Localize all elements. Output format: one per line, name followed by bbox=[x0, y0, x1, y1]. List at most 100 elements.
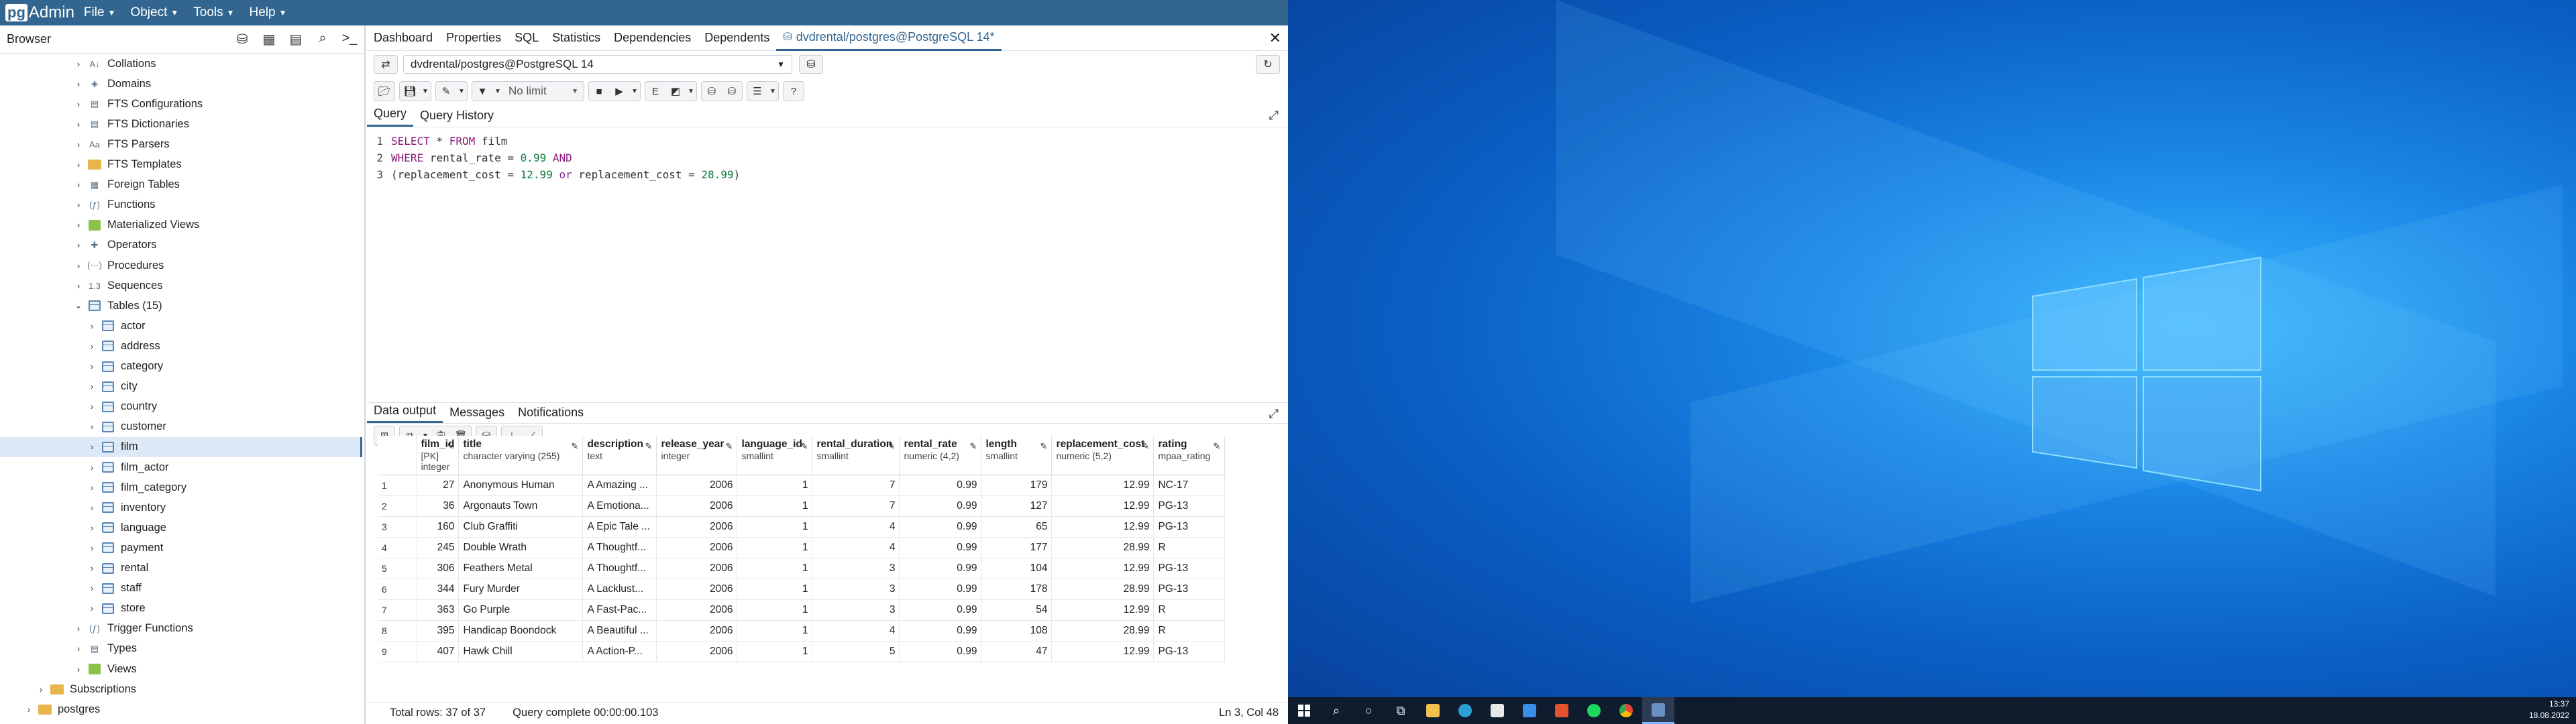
table-cell[interactable]: 0.99 bbox=[899, 620, 982, 642]
table-cell[interactable]: 2006 bbox=[656, 495, 738, 517]
open-file-icon[interactable]: 📂︎ bbox=[374, 82, 394, 101]
chevron-down-icon[interactable]: ▼ bbox=[629, 82, 640, 101]
view-data-icon[interactable]: ▤ bbox=[288, 31, 304, 48]
menu-tools[interactable]: Tools ▼ bbox=[193, 5, 234, 20]
chevron-down-icon[interactable]: ▼ bbox=[767, 82, 778, 101]
chevron-right-icon[interactable]: › bbox=[86, 563, 98, 573]
row-number-header[interactable] bbox=[378, 436, 417, 475]
table-cell[interactable]: 5 bbox=[812, 641, 900, 662]
table-cell[interactable]: 36 bbox=[417, 495, 460, 517]
table-cell[interactable]: PG-13 bbox=[1153, 558, 1226, 579]
chevron-right-icon[interactable]: › bbox=[72, 59, 85, 69]
chevron-right-icon[interactable]: › bbox=[72, 281, 85, 291]
chevron-right-icon[interactable]: › bbox=[86, 503, 98, 513]
tree-item[interactable]: › store bbox=[0, 599, 362, 619]
table-view-icon[interactable]: ▦ bbox=[261, 31, 277, 48]
table-cell[interactable]: 27 bbox=[417, 475, 460, 496]
tree-item[interactable]: › inventory bbox=[0, 497, 362, 518]
chrome-icon[interactable] bbox=[1610, 697, 1642, 724]
chevron-right-icon[interactable]: › bbox=[86, 442, 98, 452]
table-cell[interactable]: 177 bbox=[981, 537, 1053, 558]
stop-icon[interactable]: ■ bbox=[589, 82, 609, 101]
chevron-right-icon[interactable]: › bbox=[86, 483, 98, 493]
task-view-icon[interactable]: ⧉ bbox=[1385, 697, 1417, 724]
tab-dependencies[interactable]: Dependencies bbox=[607, 25, 698, 51]
cortana-icon[interactable]: ○ bbox=[1352, 697, 1385, 724]
table-cell[interactable]: Fury Murder bbox=[458, 579, 584, 600]
chevron-right-icon[interactable]: › bbox=[35, 684, 47, 695]
chevron-right-icon[interactable]: › bbox=[72, 664, 85, 674]
table-cell[interactable]: 28.99 bbox=[1051, 579, 1155, 600]
table-cell[interactable]: 395 bbox=[417, 620, 460, 642]
row-number[interactable]: 9 bbox=[378, 641, 417, 662]
chevron-right-icon[interactable]: › bbox=[72, 220, 85, 230]
search-icon[interactable]: ⌕ bbox=[315, 31, 331, 48]
menu-object[interactable]: Object ▼ bbox=[130, 5, 178, 20]
table-cell[interactable]: 363 bbox=[417, 599, 460, 621]
table-row[interactable]: 6 344 Fury Murder A Lacklust... 2006 1 3 0.99 17… bbox=[378, 579, 1226, 600]
chevron-right-icon[interactable]: › bbox=[86, 341, 98, 351]
tree-item[interactable]: › film bbox=[0, 436, 362, 457]
tree-item[interactable]: › city bbox=[0, 377, 362, 397]
macros-icon[interactable]: ☰ bbox=[747, 82, 767, 101]
save-icon[interactable]: 💾︎ bbox=[400, 82, 420, 101]
column-header-description[interactable]: description text ✎ bbox=[582, 436, 657, 475]
chevron-right-icon[interactable]: › bbox=[72, 644, 85, 654]
sql-editor[interactable]: 1 SELECT * FROM film 2 WHERE rental_rate = … bbox=[367, 127, 1288, 402]
table-row[interactable]: 9 407 Hawk Chill A Action-P... 2006 1 5 0.99 47 1… bbox=[378, 641, 1226, 662]
table-cell[interactable]: 65 bbox=[981, 516, 1053, 538]
expand-icon[interactable]: ⤢ bbox=[1269, 109, 1279, 123]
tab-properties[interactable]: Properties bbox=[439, 25, 508, 51]
tab-sql[interactable]: SQL bbox=[508, 25, 545, 51]
tree-item[interactable]: › ▦ Foreign Tables bbox=[0, 175, 362, 195]
table-cell[interactable]: 1 bbox=[737, 516, 813, 538]
tree-item[interactable]: ⌄ Tables (15) bbox=[0, 296, 362, 316]
chevron-right-icon[interactable]: › bbox=[86, 422, 98, 432]
table-cell[interactable]: Handicap Boondock bbox=[458, 620, 584, 642]
chevron-right-icon[interactable]: › bbox=[72, 139, 85, 149]
table-cell[interactable]: 2006 bbox=[656, 516, 738, 538]
tab-dependents[interactable]: Dependents bbox=[698, 25, 776, 51]
table-cell[interactable]: NC-17 bbox=[1153, 475, 1226, 496]
table-cell[interactable]: 47 bbox=[981, 641, 1053, 662]
search-icon[interactable]: ⌕ bbox=[1320, 697, 1352, 724]
table-cell[interactable]: 104 bbox=[981, 558, 1053, 579]
column-header-title[interactable]: title character varying (255) ✎ bbox=[458, 436, 584, 475]
limit-select[interactable]: No limit ▼ bbox=[503, 82, 584, 101]
spotify-icon[interactable] bbox=[1578, 697, 1610, 724]
table-row[interactable]: 4 245 Double Wrath A Thoughtf... 2006 1 4 0.99 1… bbox=[378, 537, 1226, 558]
chevron-right-icon[interactable]: › bbox=[72, 119, 85, 129]
edge-icon[interactable] bbox=[1449, 697, 1481, 724]
rollback-icon[interactable]: ⛁ bbox=[722, 82, 742, 101]
tree-item[interactable]: › Subscriptions bbox=[0, 679, 362, 699]
connection-status-icon[interactable]: ⇄ bbox=[374, 55, 398, 74]
column-header-rating[interactable]: rating mpaa_rating ✎ bbox=[1153, 436, 1226, 475]
table-cell[interactable]: A Beautiful ... bbox=[582, 620, 657, 642]
chevron-right-icon[interactable]: › bbox=[72, 79, 85, 89]
table-cell[interactable]: A Thoughtf... bbox=[582, 558, 657, 579]
chevron-right-icon[interactable]: › bbox=[86, 543, 98, 553]
table-cell[interactable]: R bbox=[1153, 537, 1226, 558]
chevron-right-icon[interactable]: › bbox=[86, 381, 98, 391]
table-cell[interactable]: 4 bbox=[812, 537, 900, 558]
table-cell[interactable]: 1 bbox=[737, 558, 813, 579]
tree-item[interactable]: › film_actor bbox=[0, 457, 362, 477]
column-header-length[interactable]: length smallint ✎ bbox=[981, 436, 1053, 475]
connection-select[interactable]: dvdrental/postgres@PostgreSQL 14 ▼ bbox=[403, 55, 792, 74]
chevron-right-icon[interactable]: › bbox=[72, 200, 85, 210]
table-row[interactable]: 2 36 Argonauts Town A Emotiona... 2006 1 7 0.99… bbox=[378, 495, 1226, 517]
table-cell[interactable]: 2006 bbox=[656, 620, 738, 642]
tree-item[interactable]: › A↓ Collations bbox=[0, 54, 362, 74]
table-cell[interactable]: 127 bbox=[981, 495, 1053, 517]
tree-item[interactable]: › ▤ FTS Dictionaries bbox=[0, 114, 362, 134]
explain-icon[interactable]: E bbox=[645, 82, 665, 101]
tree-item[interactable]: › rental bbox=[0, 558, 362, 579]
table-cell[interactable]: 1 bbox=[737, 475, 813, 496]
tree-item[interactable]: › (⋯) Procedures bbox=[0, 255, 362, 276]
row-number[interactable]: 3 bbox=[378, 516, 417, 538]
execute-icon[interactable]: ▶ bbox=[609, 82, 629, 101]
tree-item[interactable]: › ▤ FTS Configurations bbox=[0, 94, 362, 114]
table-cell[interactable]: 7 bbox=[812, 495, 900, 517]
chevron-right-icon[interactable]: › bbox=[23, 705, 35, 715]
table-cell[interactable]: 0.99 bbox=[899, 516, 982, 538]
